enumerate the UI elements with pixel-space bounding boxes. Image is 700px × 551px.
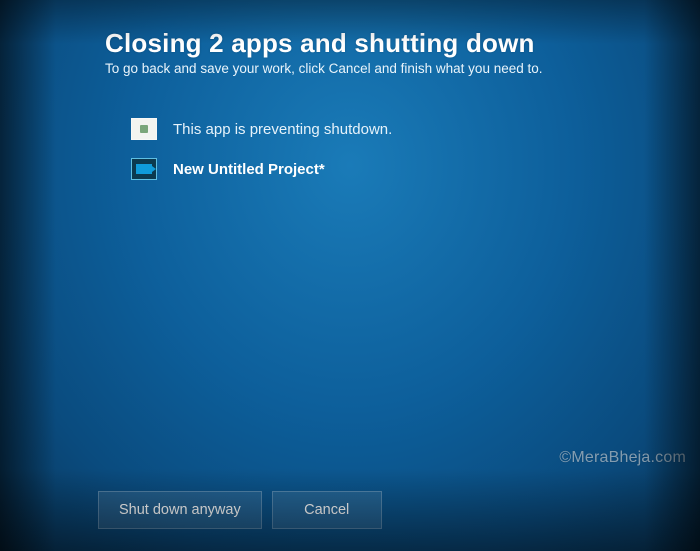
app-status-text: This app is preventing shutdown. xyxy=(173,121,392,138)
page-subtitle: To go back and save your work, click Can… xyxy=(105,61,665,76)
list-item: New Untitled Project* xyxy=(131,158,665,180)
action-button-bar: Shut down anyway Cancel xyxy=(98,491,382,529)
cancel-button[interactable]: Cancel xyxy=(272,491,382,529)
list-item: This app is preventing shutdown. xyxy=(131,118,665,140)
video-app-icon xyxy=(131,158,157,180)
watermark-text: ©MeraBheja.com xyxy=(559,449,686,467)
app-name-text: New Untitled Project* xyxy=(173,161,325,178)
page-title: Closing 2 apps and shutting down xyxy=(105,28,665,59)
blocking-app-list: This app is preventing shutdown. New Unt… xyxy=(131,118,665,180)
shutdown-anyway-button[interactable]: Shut down anyway xyxy=(98,491,262,529)
generic-app-icon xyxy=(131,118,157,140)
main-content: Closing 2 apps and shutting down To go b… xyxy=(105,28,665,198)
